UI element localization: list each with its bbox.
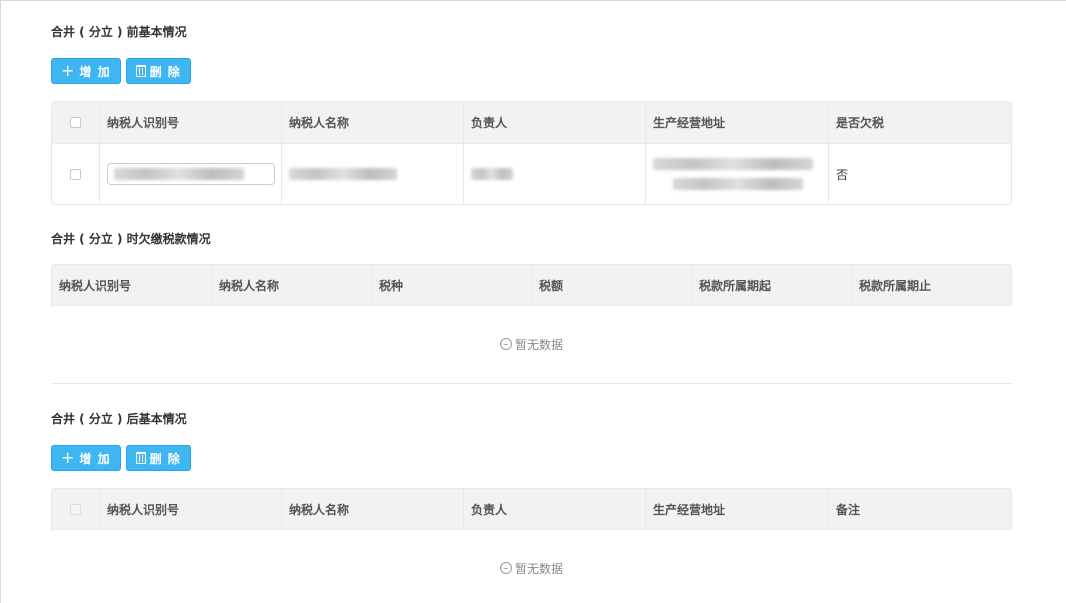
redacted-value (289, 168, 397, 180)
add-button-after[interactable]: + 增 加 (51, 445, 121, 471)
plus-icon: + (61, 448, 76, 467)
table-arrears: 纳税人识别号 纳税人名称 税种 税额 税款所属期起 税款所属期止 (51, 264, 1012, 306)
frown-icon (499, 562, 512, 574)
taxpayer-id-input[interactable] (107, 163, 275, 185)
column-header: 纳税人名称 (282, 102, 464, 143)
plus-icon: + (61, 61, 76, 80)
empty-state-arrears: 暂无数据 (51, 335, 1012, 353)
frown-icon (499, 338, 512, 350)
table-header: 纳税人识别号 纳税人名称 负责人 生产经营地址 备注 (51, 488, 1012, 530)
toolbar-after: + 增 加 删 除 (51, 445, 191, 471)
empty-text: 暂无数据 (514, 561, 563, 576)
column-header: 生产经营地址 (646, 102, 829, 143)
table-before: 纳税人识别号 纳税人名称 负责人 生产经营地址 是否欠税 否 (51, 101, 1012, 205)
column-header: 纳税人识别号 (100, 489, 282, 529)
column-header: 生产经营地址 (646, 489, 829, 529)
delete-button-before[interactable]: 删 除 (125, 58, 191, 84)
owes-tax-cell: 否 (836, 167, 849, 182)
add-button-before[interactable]: + 增 加 (51, 58, 121, 84)
business-address-cell (646, 144, 829, 204)
delete-button-after[interactable]: 删 除 (125, 445, 191, 471)
redacted-value (653, 158, 813, 170)
select-all-checkbox[interactable] (70, 117, 81, 128)
column-header: 备注 (836, 502, 861, 517)
column-header: 纳税人名称 (282, 489, 464, 529)
column-header: 负责人 (464, 102, 646, 143)
trash-icon (135, 65, 146, 77)
column-header: 税种 (372, 265, 532, 305)
add-button-label: 增 加 (79, 64, 111, 79)
redacted-value (114, 168, 244, 180)
column-header: 税额 (532, 265, 692, 305)
empty-state-after: 暂无数据 (51, 559, 1012, 577)
redacted-value (471, 168, 513, 180)
column-header: 负责人 (464, 489, 646, 529)
add-button-label: 增 加 (79, 451, 111, 466)
row-checkbox[interactable] (70, 168, 81, 180)
column-header: 税款所属期止 (859, 278, 932, 293)
delete-button-label: 删 除 (149, 64, 181, 79)
column-header: 纳税人识别号 (100, 102, 282, 143)
column-header: 是否欠税 (836, 116, 885, 130)
section-title-after: 合井 ( 分立 ) 后基本情况 (51, 412, 187, 426)
divider (51, 383, 1012, 384)
column-header: 纳税人识别号 (52, 265, 212, 305)
trash-icon (135, 452, 146, 464)
delete-button-label: 删 除 (149, 451, 181, 466)
section-title-before: 合井 ( 分立 ) 前基本情况 (51, 25, 187, 39)
toolbar-before: + 增 加 删 除 (51, 58, 191, 84)
section-title-arrears: 合井 ( 分立 ) 时欠缴税款情况 (51, 232, 211, 246)
table-header: 纳税人识别号 纳税人名称 税种 税额 税款所属期起 税款所属期止 (51, 264, 1012, 306)
table-after: 纳税人识别号 纳税人名称 负责人 生产经营地址 备注 (51, 488, 1012, 530)
taxpayer-name-cell (282, 144, 464, 204)
responsible-person-cell (464, 144, 646, 204)
empty-text: 暂无数据 (514, 337, 563, 352)
select-all-cell (52, 489, 100, 529)
row-select-cell (52, 144, 100, 204)
column-header: 纳税人名称 (212, 265, 372, 305)
table-header: 纳税人识别号 纳税人名称 负责人 生产经营地址 是否欠税 (52, 102, 1011, 144)
table-row: 否 (52, 144, 1011, 204)
column-header: 税款所属期起 (692, 265, 852, 305)
select-all-cell (52, 102, 100, 143)
select-all-checkbox[interactable] (70, 503, 81, 515)
taxpayer-id-cell (100, 144, 282, 204)
redacted-value (673, 178, 803, 190)
